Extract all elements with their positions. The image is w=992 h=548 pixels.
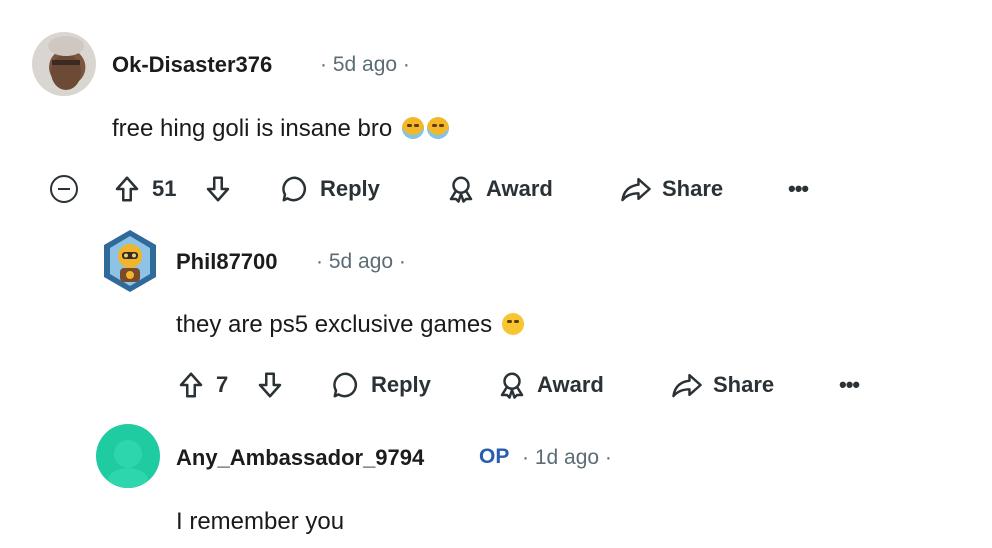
comment-timestamp[interactable]: · 5d ago · xyxy=(316,250,406,274)
upvote-button[interactable]: 51 xyxy=(112,169,176,209)
award-ribbon-icon xyxy=(449,176,473,203)
comment-author[interactable]: Ok-Disaster376 xyxy=(112,52,272,78)
reply-button[interactable]: Reply xyxy=(331,365,431,405)
op-badge: OP xyxy=(479,445,510,468)
share-arrow-icon xyxy=(672,373,702,398)
comment-body: I remember you xyxy=(176,508,344,536)
upvote-arrow-icon xyxy=(115,176,139,202)
comment-text: free hing goli is insane bro xyxy=(112,115,393,142)
downvote-button[interactable] xyxy=(255,365,285,405)
loudly-crying-emoji xyxy=(426,117,449,139)
award-label: Award xyxy=(486,176,553,201)
user-photo-icon xyxy=(48,36,84,90)
comment-body: free hing goli is insane bro xyxy=(112,115,449,143)
comment-author[interactable]: Phil87700 xyxy=(176,249,278,275)
loudly-crying-emoji xyxy=(401,117,424,139)
comment-author[interactable]: Any_Ambassador_9794 xyxy=(176,445,424,471)
collapse-thread-button[interactable] xyxy=(50,175,78,203)
share-button[interactable]: Share xyxy=(671,365,774,405)
award-ribbon-icon xyxy=(500,372,524,399)
reply-label: Reply xyxy=(371,372,431,397)
share-label: Share xyxy=(662,176,724,201)
downvote-button[interactable] xyxy=(203,169,233,209)
grinning-sweat-emoji xyxy=(501,313,524,335)
vote-count: 7 xyxy=(216,372,229,397)
downvote-arrow-icon xyxy=(258,372,282,398)
comment-text: they are ps5 exclusive games xyxy=(176,311,493,338)
avatar[interactable] xyxy=(98,226,162,296)
share-button[interactable]: Share xyxy=(620,169,723,209)
share-arrow-icon xyxy=(621,177,651,202)
award-label: Award xyxy=(537,372,604,397)
upvote-arrow-icon xyxy=(179,372,203,398)
avatar[interactable] xyxy=(32,32,96,96)
reply-button[interactable]: Reply xyxy=(280,169,380,209)
reply-label: Reply xyxy=(320,176,380,201)
comment-timestamp[interactable]: · 5d ago · xyxy=(320,53,410,77)
award-button[interactable]: Award xyxy=(497,365,604,405)
more-options-button[interactable]: ••• xyxy=(839,372,860,398)
downvote-arrow-icon xyxy=(206,176,230,202)
share-label: Share xyxy=(713,372,775,397)
more-options-button[interactable]: ••• xyxy=(788,176,809,202)
upvote-button[interactable]: 7 xyxy=(176,365,228,405)
vote-count: 51 xyxy=(152,176,177,201)
avatar[interactable] xyxy=(96,424,160,488)
comment-text: I remember you xyxy=(176,508,345,535)
snoo-avatar-icon xyxy=(108,440,148,488)
comment-body: they are ps5 exclusive games xyxy=(176,311,524,339)
comment-ok-disaster376: Ok-Disaster376 · 5d ago · free hing goli… xyxy=(0,0,992,220)
comment-phil87700: Phil87700 · 5d ago · they are ps5 exclus… xyxy=(0,220,992,420)
robot-avatar-icon xyxy=(104,230,156,292)
speech-bubble-icon xyxy=(333,372,358,398)
speech-bubble-icon xyxy=(282,176,307,202)
comment-timestamp[interactable]: · 1d ago · xyxy=(522,446,612,470)
comment-any-ambassador-9794: Any_Ambassador_9794 OP · 1d ago · I reme… xyxy=(0,420,992,548)
award-button[interactable]: Award xyxy=(446,169,553,209)
